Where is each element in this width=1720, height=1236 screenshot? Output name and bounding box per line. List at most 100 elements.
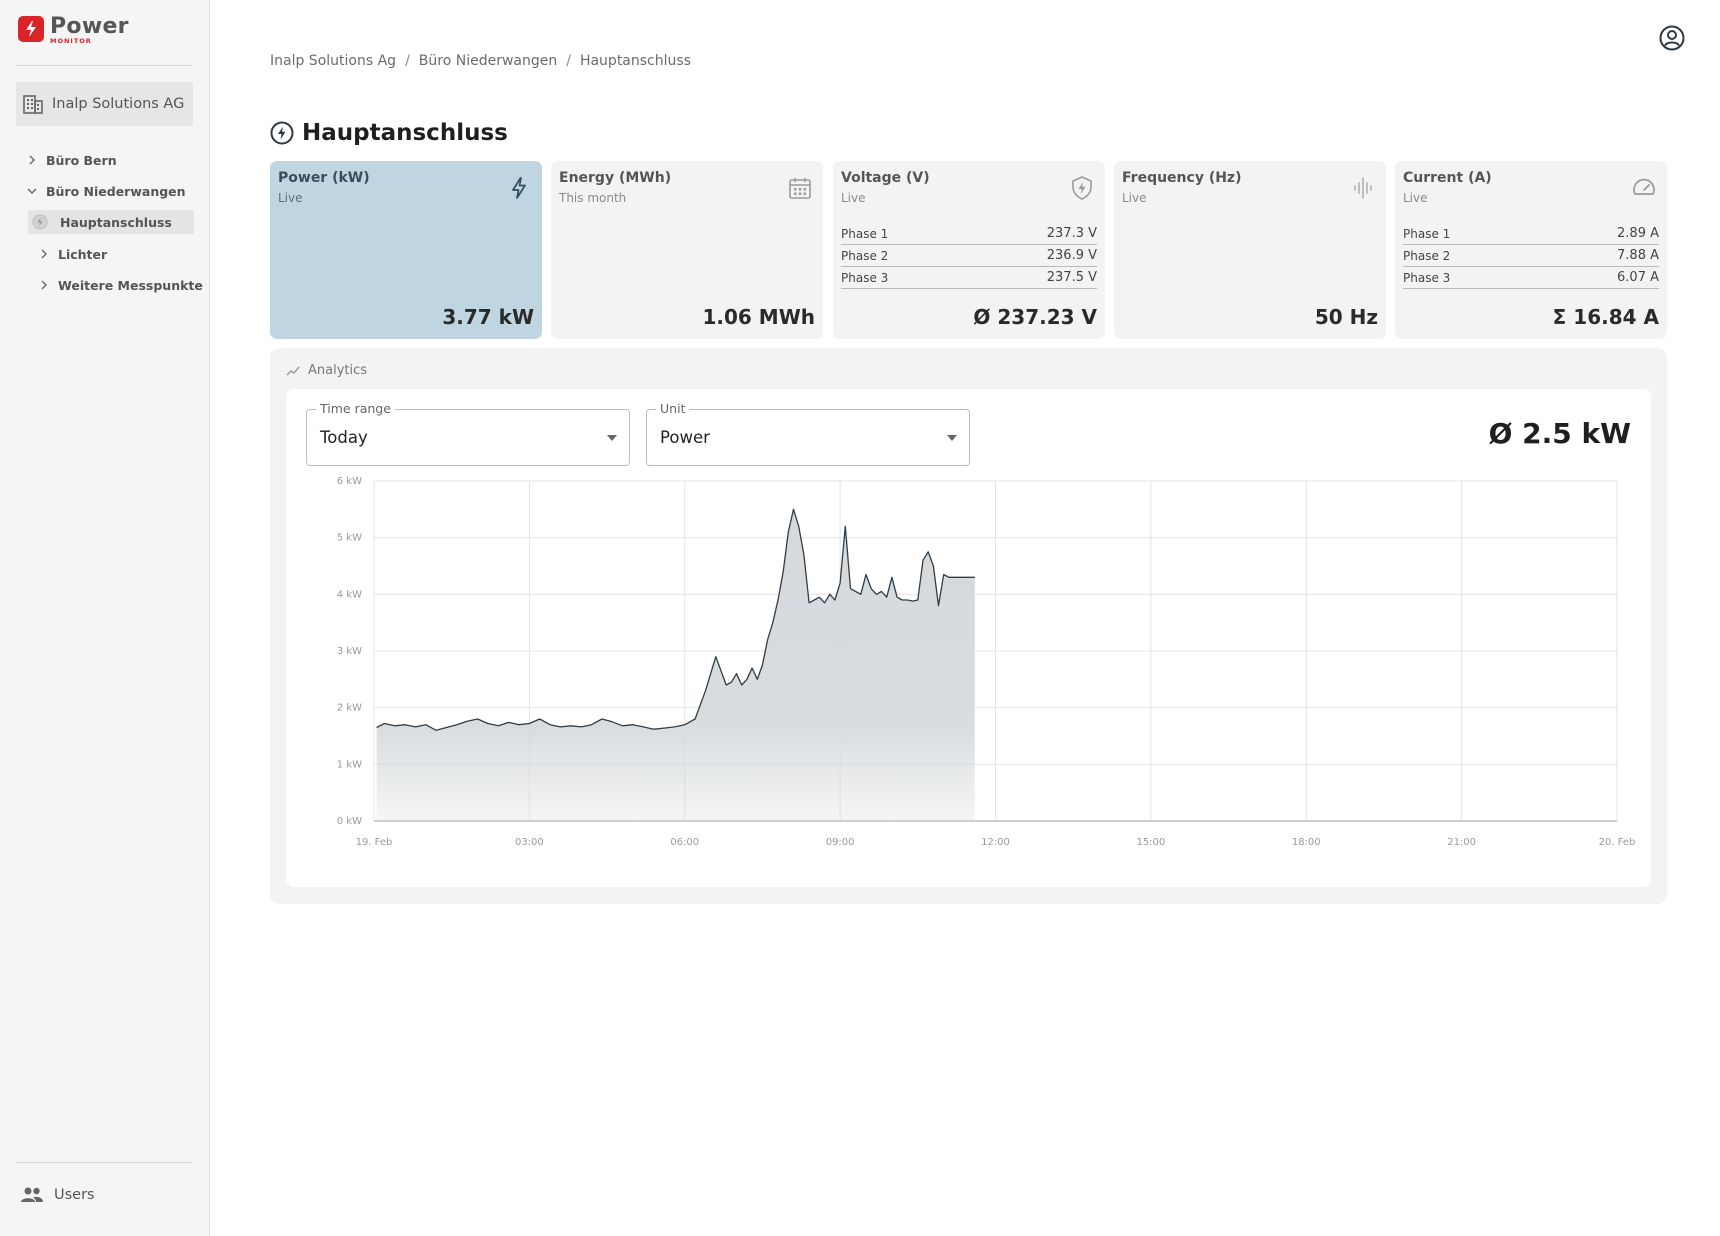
- card-title: Voltage (V): [841, 170, 930, 186]
- tree-item-label: Hauptanschluss: [60, 214, 172, 230]
- x-tick-label: 09:00: [826, 837, 855, 848]
- analytics-panel: Analytics Time range Today Unit Power Ø …: [270, 348, 1667, 904]
- users-icon: [21, 1187, 43, 1202]
- chevron-right-icon: [29, 155, 35, 165]
- waveform-icon: [1354, 177, 1372, 199]
- x-tick-label: 20. Feb: [1599, 837, 1636, 848]
- phase-list: Phase 1 237.3 V Phase 2 236.9 V Phase 3 …: [841, 223, 1097, 289]
- phase-row: Phase 2 7.88 A: [1403, 245, 1659, 267]
- card-subtitle: Live: [841, 191, 866, 205]
- breadcrumb: Inalp Solutions Ag / Büro Niederwangen /…: [270, 53, 691, 69]
- trending-up-icon: [286, 366, 300, 375]
- phase-row: Phase 3 6.07 A: [1403, 267, 1659, 289]
- phase-label: Phase 2: [1403, 248, 1451, 263]
- breadcrumb-item-location[interactable]: Büro Niederwangen: [419, 53, 557, 69]
- y-tick-label: 5 kW: [337, 533, 362, 544]
- card-value: 1.06 MWh: [702, 305, 815, 329]
- page-header: Hauptanschluss: [270, 120, 508, 146]
- breadcrumb-separator: /: [405, 53, 410, 69]
- chevron-right-icon: [41, 249, 47, 259]
- tree-item-lichter[interactable]: Lichter: [38, 242, 107, 266]
- y-tick-label: 2 kW: [337, 703, 362, 714]
- app-logo[interactable]: Power MONITOR: [18, 16, 129, 45]
- phase-label: Phase 3: [841, 270, 889, 285]
- phase-value: 7.88 A: [1617, 248, 1659, 263]
- y-tick-label: 4 kW: [337, 589, 362, 600]
- card-title: Power (kW): [278, 170, 370, 186]
- phase-row: Phase 1 2.89 A: [1403, 223, 1659, 245]
- sidebar: Power MONITOR Inalp Solutions AG Büro Be…: [0, 0, 210, 1236]
- users-nav-button[interactable]: Users: [20, 1186, 95, 1204]
- card-title: Energy (MWh): [559, 170, 672, 186]
- organization-label: Inalp Solutions AG: [52, 96, 185, 112]
- breadcrumb-item-current: Hauptanschluss: [579, 53, 691, 69]
- calendar-icon: [789, 178, 811, 199]
- bolt-icon: [512, 177, 526, 199]
- building-icon: [23, 95, 43, 114]
- analytics-content: Time range Today Unit Power Ø 2.5 kW 0 k…: [286, 389, 1651, 887]
- kpi-card-power[interactable]: Power (kW) Live 3.77 kW: [270, 161, 542, 339]
- organization-selector[interactable]: Inalp Solutions AG: [16, 82, 193, 126]
- kpi-card-frequency[interactable]: Frequency (Hz) Live 50 Hz: [1114, 161, 1386, 339]
- kpi-card-energy[interactable]: Energy (MWh) This month 1.06 MWh: [551, 161, 823, 339]
- phase-label: Phase 3: [1403, 270, 1451, 285]
- chevron-down-icon: [27, 188, 37, 194]
- tree-item-buero-bern[interactable]: Büro Bern: [26, 148, 117, 172]
- logo-title: Power: [50, 14, 129, 39]
- account-avatar-icon[interactable]: [1659, 25, 1685, 51]
- tree-item-label: Büro Bern: [46, 152, 117, 168]
- kpi-card-current[interactable]: Current (A) Live Phase 1 2.89 A Phase 2 …: [1395, 161, 1667, 339]
- bolt-logo-icon: [18, 16, 44, 42]
- phase-value: 2.89 A: [1617, 226, 1659, 241]
- x-tick-label: 21:00: [1447, 837, 1476, 848]
- users-label: Users: [54, 1187, 95, 1203]
- series-area: [376, 509, 975, 821]
- x-tick-label: 15:00: [1136, 837, 1165, 848]
- card-value: 3.77 kW: [442, 305, 534, 329]
- x-tick-label: 06:00: [670, 837, 699, 848]
- bolt-circle-icon: [32, 214, 48, 230]
- tree-item-hauptanschluss[interactable]: Hauptanschluss: [28, 210, 194, 234]
- y-tick-label: 0 kW: [337, 816, 362, 827]
- x-tick-label: 03:00: [515, 837, 544, 848]
- card-value: Σ 16.84 A: [1552, 305, 1659, 329]
- phase-value: 6.07 A: [1617, 270, 1659, 285]
- phase-row: Phase 3 237.5 V: [841, 267, 1097, 289]
- card-title: Current (A): [1403, 170, 1492, 186]
- kpi-card-voltage[interactable]: Voltage (V) Live Phase 1 237.3 V Phase 2…: [833, 161, 1105, 339]
- phase-row: Phase 2 236.9 V: [841, 245, 1097, 267]
- card-subtitle: Live: [1122, 191, 1147, 205]
- chevron-right-icon: [41, 280, 47, 290]
- page-title: Hauptanschluss: [302, 120, 508, 146]
- x-tick-label: 12:00: [981, 837, 1010, 848]
- phase-value: 236.9 V: [1046, 248, 1097, 263]
- power-chart[interactable]: 0 kW 1 kW 2 kW 3 kW 4 kW 5 kW 6 kW 19. Feb 03:00…: [286, 389, 1651, 887]
- phase-row: Phase 1 237.3 V: [841, 223, 1097, 245]
- y-tick-label: 6 kW: [337, 476, 362, 487]
- card-subtitle: Live: [278, 191, 303, 205]
- card-value: 50 Hz: [1314, 305, 1378, 329]
- x-tick-label: 19. Feb: [356, 837, 393, 848]
- sidebar-divider: [16, 65, 193, 66]
- card-subtitle: Live: [1403, 191, 1428, 205]
- analytics-header: Analytics: [286, 363, 367, 378]
- gauge-icon: [1633, 178, 1655, 195]
- tree-item-buero-niederwangen[interactable]: Büro Niederwangen: [26, 179, 186, 203]
- x-tick-label: 18:00: [1292, 837, 1321, 848]
- phase-value: 237.5 V: [1046, 270, 1097, 285]
- phase-value: 237.3 V: [1046, 226, 1097, 241]
- shield-bolt-icon: [1072, 176, 1092, 200]
- tree-item-label: Weitere Messpunkte: [58, 277, 203, 293]
- tree-item-label: Lichter: [58, 246, 108, 262]
- y-tick-label: 3 kW: [337, 646, 362, 657]
- tree-item-label: Büro Niederwangen: [46, 183, 186, 199]
- card-title: Frequency (Hz): [1122, 170, 1242, 186]
- card-value: Ø 237.23 V: [973, 305, 1097, 329]
- phase-label: Phase 1: [841, 226, 889, 241]
- y-tick-label: 1 kW: [337, 759, 362, 770]
- breadcrumb-separator: /: [566, 53, 571, 69]
- tree-item-weitere-messpunkte[interactable]: Weitere Messpunkte: [38, 273, 203, 297]
- breadcrumb-item-organization[interactable]: Inalp Solutions Ag: [270, 53, 396, 69]
- phase-list: Phase 1 2.89 A Phase 2 7.88 A Phase 3 6.…: [1403, 223, 1659, 289]
- phase-label: Phase 1: [1403, 226, 1451, 241]
